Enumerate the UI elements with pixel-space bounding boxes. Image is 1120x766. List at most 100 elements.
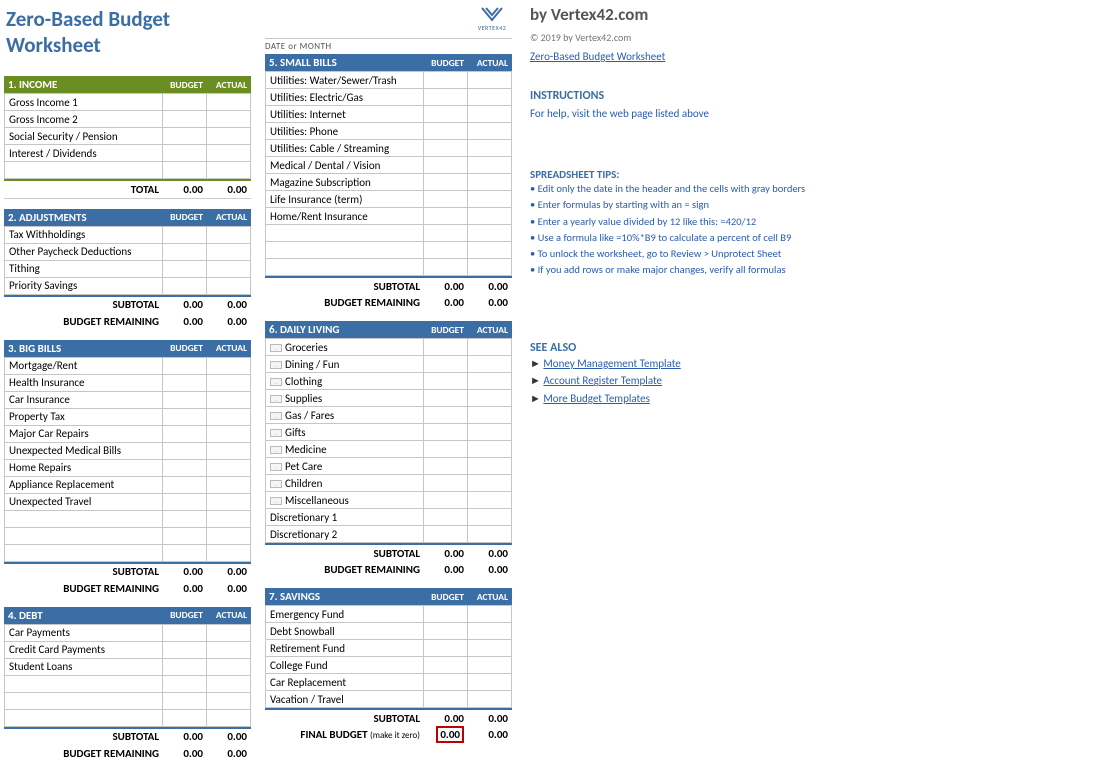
actual-cell[interactable] (468, 640, 512, 657)
item-cell[interactable]: Other Paycheck Deductions (5, 243, 163, 260)
actual-cell[interactable] (468, 259, 512, 276)
item-cell[interactable] (266, 225, 424, 242)
actual-cell[interactable] (468, 191, 512, 208)
budget-cell[interactable] (424, 691, 468, 708)
item-cell[interactable]: Medicine (266, 441, 424, 458)
actual-cell[interactable] (207, 544, 251, 561)
actual-cell[interactable] (468, 339, 512, 356)
budget-cell[interactable] (163, 357, 207, 374)
actual-cell[interactable] (207, 226, 251, 243)
item-cell[interactable]: Credit Card Payments (5, 641, 163, 658)
item-cell[interactable]: Utilities: Electric/Gas (266, 89, 424, 106)
item-cell[interactable]: Tithing (5, 260, 163, 277)
budget-cell[interactable] (163, 544, 207, 561)
item-cell[interactable]: Miscellaneous (266, 492, 424, 509)
actual-cell[interactable] (468, 657, 512, 674)
budget-cell[interactable] (424, 623, 468, 640)
actual-cell[interactable] (207, 459, 251, 476)
budget-cell[interactable] (424, 356, 468, 373)
item-cell[interactable]: Pet Care (266, 458, 424, 475)
actual-cell[interactable] (468, 373, 512, 390)
actual-cell[interactable] (468, 509, 512, 526)
budget-cell[interactable] (424, 640, 468, 657)
item-cell[interactable]: Debt Snowball (266, 623, 424, 640)
budget-cell[interactable] (163, 162, 207, 179)
actual-cell[interactable] (207, 510, 251, 527)
budget-cell[interactable] (163, 658, 207, 675)
item-cell[interactable]: Emergency Fund (266, 606, 424, 623)
budget-cell[interactable] (163, 442, 207, 459)
budget-cell[interactable] (424, 157, 468, 174)
budget-cell[interactable] (424, 339, 468, 356)
item-cell[interactable] (5, 527, 163, 544)
actual-cell[interactable] (468, 407, 512, 424)
seealso-link[interactable]: More Budget Templates (543, 392, 650, 405)
actual-cell[interactable] (207, 128, 251, 145)
budget-cell[interactable] (424, 458, 468, 475)
actual-cell[interactable] (207, 111, 251, 128)
item-cell[interactable]: Home Repairs (5, 459, 163, 476)
budget-cell[interactable] (424, 509, 468, 526)
actual-cell[interactable] (207, 493, 251, 510)
actual-cell[interactable] (468, 475, 512, 492)
budget-cell[interactable] (163, 709, 207, 726)
budget-cell[interactable] (163, 226, 207, 243)
actual-cell[interactable] (207, 277, 251, 294)
budget-cell[interactable] (163, 510, 207, 527)
budget-cell[interactable] (163, 277, 207, 294)
actual-cell[interactable] (207, 675, 251, 692)
item-cell[interactable]: Home/Rent Insurance (266, 208, 424, 225)
item-cell[interactable] (5, 709, 163, 726)
worksheet-link[interactable]: Zero-Based Budget Worksheet (530, 50, 665, 63)
item-cell[interactable]: Utilities: Cable / Streaming (266, 140, 424, 157)
item-cell[interactable]: Interest / Dividends (5, 145, 163, 162)
item-cell[interactable]: Clothing (266, 373, 424, 390)
actual-cell[interactable] (468, 174, 512, 191)
actual-cell[interactable] (468, 123, 512, 140)
budget-cell[interactable] (424, 123, 468, 140)
actual-cell[interactable] (207, 692, 251, 709)
item-cell[interactable] (5, 675, 163, 692)
budget-cell[interactable] (163, 408, 207, 425)
item-cell[interactable]: Gas / Fares (266, 407, 424, 424)
actual-cell[interactable] (207, 94, 251, 111)
item-cell[interactable] (5, 692, 163, 709)
budget-cell[interactable] (424, 259, 468, 276)
actual-cell[interactable] (468, 674, 512, 691)
actual-cell[interactable] (468, 106, 512, 123)
item-cell[interactable]: Discretionary 2 (266, 526, 424, 543)
budget-cell[interactable] (424, 674, 468, 691)
item-cell[interactable]: Car Payments (5, 624, 163, 641)
actual-cell[interactable] (207, 624, 251, 641)
actual-cell[interactable] (468, 623, 512, 640)
actual-cell[interactable] (207, 357, 251, 374)
budget-cell[interactable] (424, 657, 468, 674)
item-cell[interactable]: Magazine Subscription (266, 174, 424, 191)
actual-cell[interactable] (468, 526, 512, 543)
item-cell[interactable]: Dining / Fun (266, 356, 424, 373)
actual-cell[interactable] (468, 691, 512, 708)
actual-cell[interactable] (468, 356, 512, 373)
item-cell[interactable]: Utilities: Phone (266, 123, 424, 140)
actual-cell[interactable] (207, 243, 251, 260)
budget-cell[interactable] (163, 145, 207, 162)
item-cell[interactable]: Medical / Dental / Vision (266, 157, 424, 174)
budget-cell[interactable] (424, 390, 468, 407)
actual-cell[interactable] (207, 145, 251, 162)
item-cell[interactable]: Property Tax (5, 408, 163, 425)
actual-cell[interactable] (468, 390, 512, 407)
budget-cell[interactable] (163, 641, 207, 658)
actual-cell[interactable] (468, 140, 512, 157)
budget-cell[interactable] (424, 492, 468, 509)
actual-cell[interactable] (468, 458, 512, 475)
actual-cell[interactable] (207, 658, 251, 675)
budget-cell[interactable] (163, 111, 207, 128)
budget-cell[interactable] (424, 606, 468, 623)
budget-cell[interactable] (163, 391, 207, 408)
item-cell[interactable]: Gifts (266, 424, 424, 441)
actual-cell[interactable] (468, 242, 512, 259)
item-cell[interactable]: Gross Income 2 (5, 111, 163, 128)
item-cell[interactable] (5, 544, 163, 561)
budget-cell[interactable] (163, 493, 207, 510)
actual-cell[interactable] (468, 208, 512, 225)
